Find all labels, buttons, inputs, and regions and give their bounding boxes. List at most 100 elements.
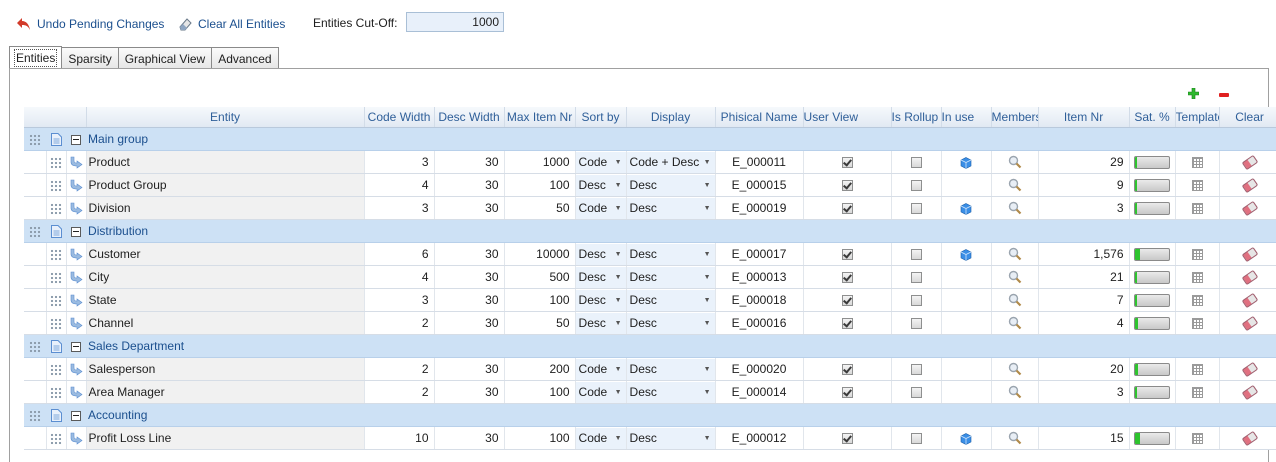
drag-handle-icon[interactable] <box>46 426 67 450</box>
user-view-checkbox[interactable] <box>803 426 892 450</box>
code-width-cell[interactable]: 4 <box>364 265 435 289</box>
magnifier-icon[interactable] <box>1008 362 1022 376</box>
collapse-toggle[interactable] <box>66 219 87 243</box>
tab-graphical-view[interactable]: Graphical View <box>117 47 213 69</box>
code-width-cell[interactable]: 2 <box>364 311 435 335</box>
template-button[interactable] <box>1175 242 1220 266</box>
sort-by-dropdown[interactable]: Desc ▼ <box>575 311 627 335</box>
members-button[interactable] <box>991 150 1039 174</box>
entity-name[interactable]: Customer <box>86 242 365 266</box>
is-rollup-checkbox[interactable] <box>891 311 942 335</box>
user-view-checkbox[interactable] <box>803 173 892 197</box>
drag-handle-icon[interactable] <box>46 173 67 197</box>
col-header-user-view[interactable]: User View <box>803 107 892 128</box>
max-item-nr-cell[interactable]: 1000 <box>504 150 576 174</box>
sort-by-dropdown[interactable]: Code ▼ <box>575 380 627 404</box>
entity-name[interactable]: Channel <box>86 311 365 335</box>
desc-width-cell[interactable]: 30 <box>434 242 505 266</box>
clear-button[interactable] <box>1219 311 1276 335</box>
col-header-members[interactable]: Members <box>991 107 1039 128</box>
col-header-clear[interactable]: Clear <box>1219 107 1276 128</box>
display-dropdown[interactable]: Desc ▼ <box>626 265 716 289</box>
is-rollup-checkbox[interactable] <box>891 288 942 312</box>
collapse-toggle[interactable] <box>66 403 87 427</box>
entity-name[interactable]: Division <box>86 196 365 220</box>
desc-width-cell[interactable]: 30 <box>434 196 505 220</box>
entity-name[interactable]: City <box>86 265 365 289</box>
code-width-cell[interactable]: 2 <box>364 380 435 404</box>
col-header-in-use[interactable]: In use <box>941 107 992 128</box>
members-button[interactable] <box>991 173 1039 197</box>
col-header-sat[interactable]: Sat. % <box>1129 107 1176 128</box>
max-item-nr-cell[interactable]: 200 <box>504 357 576 381</box>
sort-by-dropdown[interactable]: Code ▼ <box>575 196 627 220</box>
sort-by-dropdown[interactable]: Code ▼ <box>575 426 627 450</box>
user-view-checkbox[interactable] <box>803 196 892 220</box>
is-rollup-checkbox[interactable] <box>891 426 942 450</box>
col-header-entity[interactable]: Entity <box>86 107 365 128</box>
col-header-display[interactable]: Display <box>626 107 716 128</box>
entity-name[interactable]: State <box>86 288 365 312</box>
drag-handle-icon[interactable] <box>46 242 67 266</box>
drag-handle-icon[interactable] <box>24 403 46 427</box>
drag-handle-icon[interactable] <box>24 334 46 358</box>
code-width-cell[interactable]: 3 <box>364 288 435 312</box>
display-dropdown[interactable]: Desc ▼ <box>626 311 716 335</box>
entity-row[interactable]: City 4 30 500 Desc ▼ Desc ▼ E_000013 21 <box>24 265 1276 289</box>
display-dropdown[interactable]: Desc ▼ <box>626 173 716 197</box>
max-item-nr-cell[interactable]: 50 <box>504 196 576 220</box>
display-dropdown[interactable]: Desc ▼ <box>626 196 716 220</box>
desc-width-cell[interactable]: 30 <box>434 426 505 450</box>
members-button[interactable] <box>991 242 1039 266</box>
entity-name[interactable]: Area Manager <box>86 380 365 404</box>
max-item-nr-cell[interactable]: 50 <box>504 311 576 335</box>
template-button[interactable] <box>1175 288 1220 312</box>
entity-row[interactable]: Product Group 4 30 100 Desc ▼ Desc ▼ E_000015 9 <box>24 173 1276 197</box>
code-width-cell[interactable]: 2 <box>364 357 435 381</box>
is-rollup-checkbox[interactable] <box>891 265 942 289</box>
template-button[interactable] <box>1175 426 1220 450</box>
drag-handle-icon[interactable] <box>46 380 67 404</box>
template-button[interactable] <box>1175 311 1220 335</box>
template-button[interactable] <box>1175 150 1220 174</box>
magnifier-icon[interactable] <box>1008 431 1022 445</box>
template-button[interactable] <box>1175 357 1220 381</box>
display-dropdown[interactable]: Desc ▼ <box>626 242 716 266</box>
drag-handle-icon[interactable] <box>46 265 67 289</box>
drag-handle-icon[interactable] <box>46 311 67 335</box>
user-view-checkbox[interactable] <box>803 311 892 335</box>
members-button[interactable] <box>991 265 1039 289</box>
clear-button[interactable] <box>1219 265 1276 289</box>
desc-width-cell[interactable]: 30 <box>434 288 505 312</box>
sort-by-dropdown[interactable]: Desc ▼ <box>575 265 627 289</box>
display-dropdown[interactable]: Desc ▼ <box>626 380 716 404</box>
display-dropdown[interactable]: Code + Desc ▼ <box>626 150 716 174</box>
members-button[interactable] <box>991 288 1039 312</box>
col-header-item-nr[interactable]: Item Nr <box>1038 107 1130 128</box>
tab-entities[interactable]: Entities <box>9 46 63 69</box>
entity-row[interactable]: Customer 6 30 10000 Desc ▼ Desc ▼ E_000017 1,576 <box>24 242 1276 266</box>
clear-button[interactable] <box>1219 196 1276 220</box>
user-view-checkbox[interactable] <box>803 288 892 312</box>
desc-width-cell[interactable]: 30 <box>434 150 505 174</box>
max-item-nr-cell[interactable]: 100 <box>504 173 576 197</box>
user-view-checkbox[interactable] <box>803 265 892 289</box>
is-rollup-checkbox[interactable] <box>891 196 942 220</box>
desc-width-cell[interactable]: 30 <box>434 265 505 289</box>
drag-handle-icon[interactable] <box>46 196 67 220</box>
entity-name[interactable]: Product <box>86 150 365 174</box>
sort-by-dropdown[interactable]: Code ▼ <box>575 357 627 381</box>
entity-row[interactable]: Product 3 30 1000 Code ▼ Code + Desc ▼ E_000011 2… <box>24 150 1276 174</box>
max-item-nr-cell[interactable]: 100 <box>504 288 576 312</box>
magnifier-icon[interactable] <box>1008 201 1022 215</box>
magnifier-icon[interactable] <box>1008 270 1022 284</box>
clear-button[interactable] <box>1219 173 1276 197</box>
col-header-max-item-nr[interactable]: Max Item Nr <box>504 107 576 128</box>
members-button[interactable] <box>991 311 1039 335</box>
members-button[interactable] <box>991 196 1039 220</box>
code-width-cell[interactable]: 6 <box>364 242 435 266</box>
col-header-is-rollup[interactable]: Is Rollup <box>891 107 942 128</box>
collapse-toggle[interactable] <box>66 127 87 151</box>
clear-button[interactable] <box>1219 357 1276 381</box>
code-width-cell[interactable]: 3 <box>364 196 435 220</box>
